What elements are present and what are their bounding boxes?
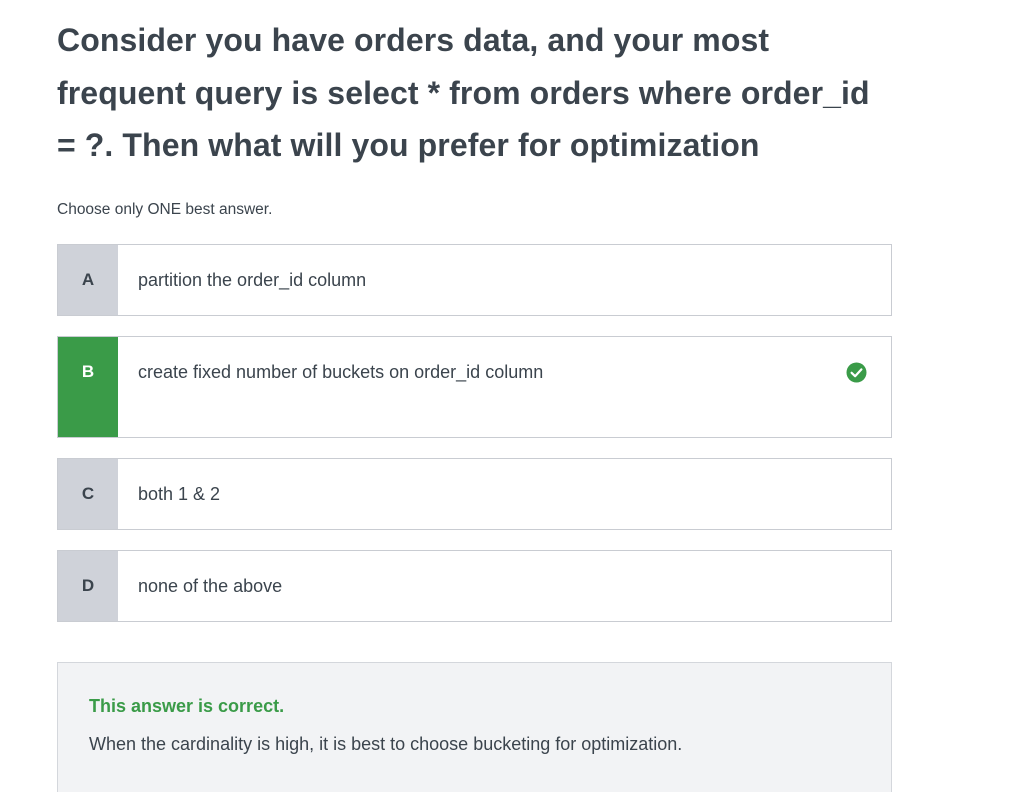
question-text: Consider you have orders data, and your … bbox=[57, 22, 870, 163]
answer-option-a[interactable]: A partition the order_id column bbox=[57, 244, 892, 316]
option-text: create fixed number of buckets on order_… bbox=[138, 362, 544, 382]
check-circle-icon bbox=[846, 362, 867, 383]
option-letter: B bbox=[58, 337, 118, 437]
option-text: none of the above bbox=[138, 575, 283, 596]
feedback-explanation: When the cardinality is high, it is best… bbox=[89, 734, 683, 754]
option-text: both 1 & 2 bbox=[138, 483, 221, 504]
answer-option-b[interactable]: B create fixed number of buckets on orde… bbox=[57, 336, 892, 438]
answer-feedback-panel: This answer is correct. When the cardina… bbox=[57, 662, 892, 792]
answer-option-d[interactable]: D none of the above bbox=[57, 550, 892, 622]
option-text: partition the order_id column bbox=[138, 269, 367, 290]
quiz-container: Consider you have orders data, and your … bbox=[57, 0, 892, 792]
instruction-text: Choose only ONE best answer. bbox=[57, 201, 273, 218]
option-letter: A bbox=[58, 245, 118, 315]
option-letter: C bbox=[58, 459, 118, 529]
feedback-status: This answer is correct. bbox=[89, 696, 285, 716]
answer-option-c[interactable]: C both 1 & 2 bbox=[57, 458, 892, 530]
option-letter: D bbox=[58, 551, 118, 621]
